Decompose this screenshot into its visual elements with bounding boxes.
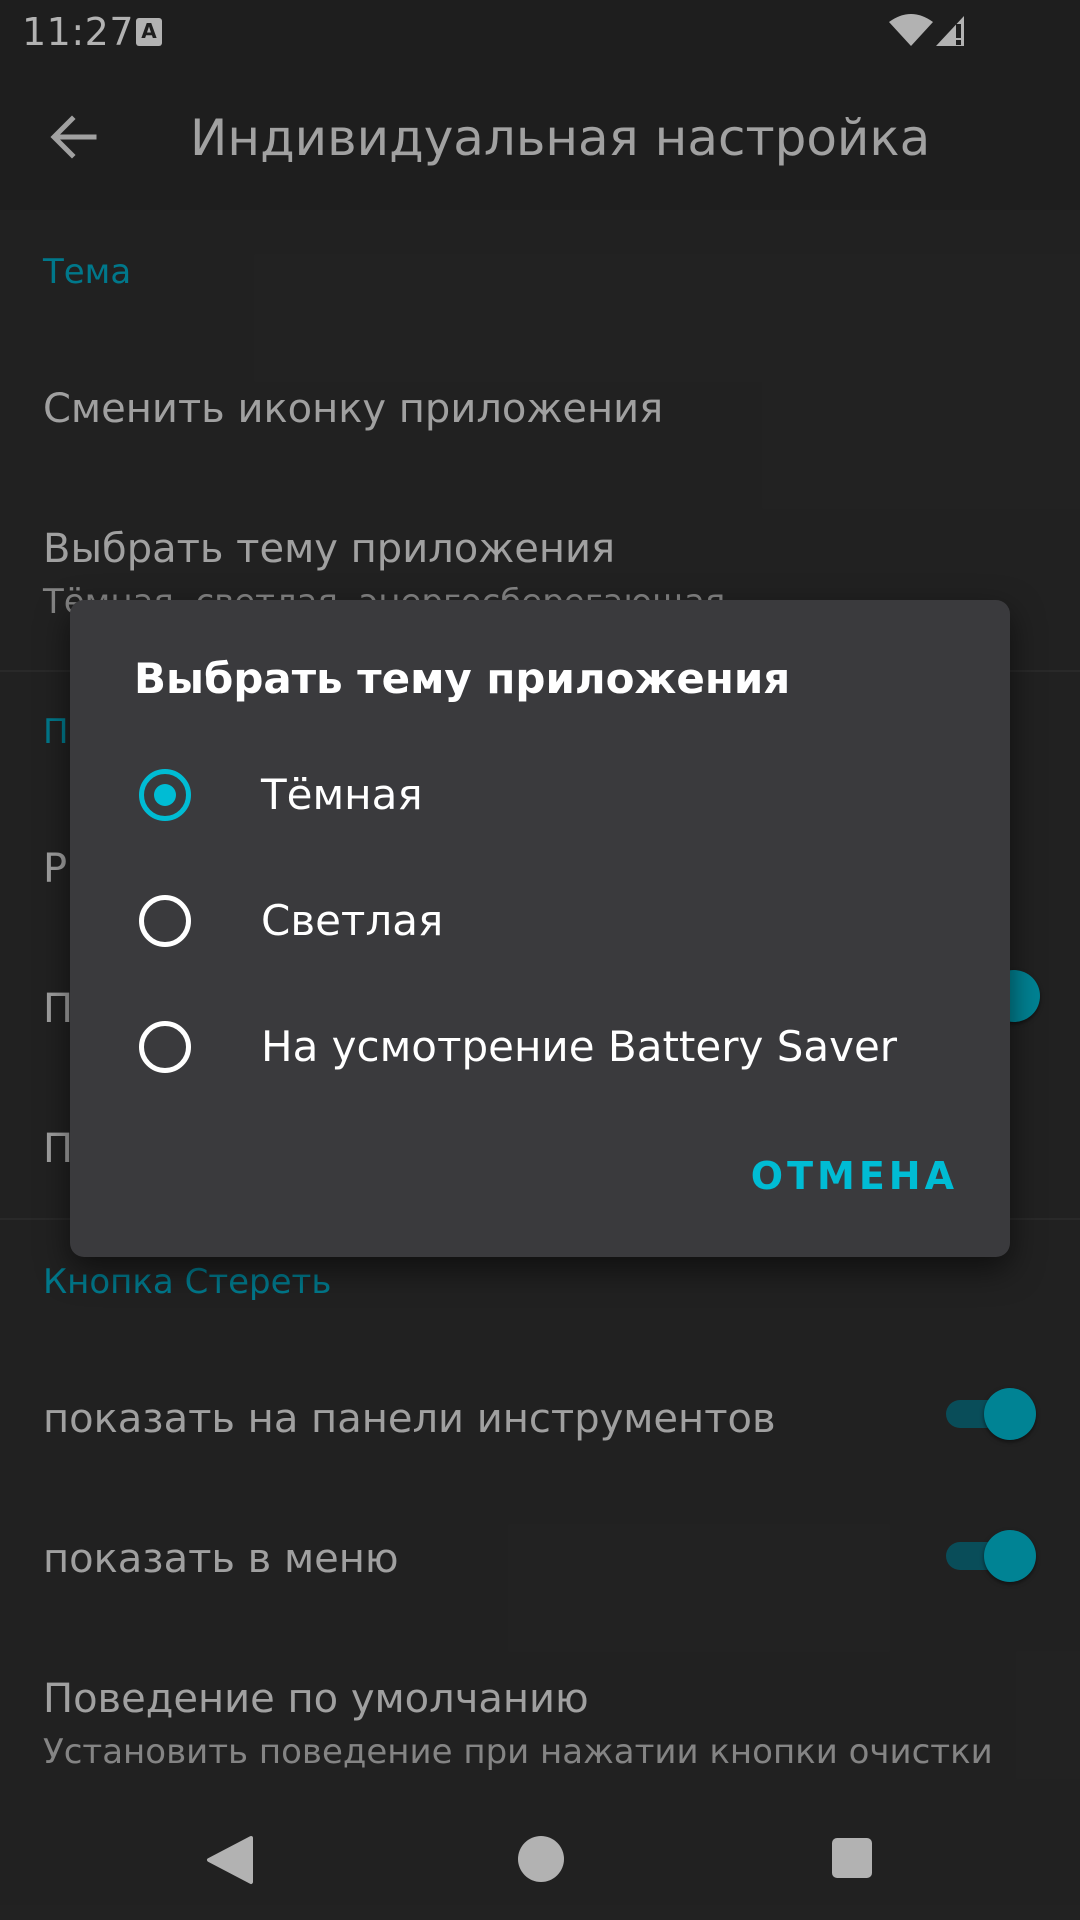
nav-recents-icon[interactable] (832, 1838, 872, 1878)
dialog-title: Выбрать тему приложения (134, 654, 791, 703)
option-label: На усмотрение Battery Saver (261, 1022, 898, 1071)
option-battery-saver[interactable]: На усмотрение Battery Saver (70, 986, 1010, 1106)
nav-back-icon[interactable] (205, 1834, 255, 1886)
radio-button[interactable] (139, 1021, 191, 1073)
cancel-button[interactable]: ОТМЕНА (751, 1154, 958, 1198)
radio-button[interactable] (139, 895, 191, 947)
screen: 11:27 A Индивидуальная настройка Тема См… (0, 0, 1080, 1920)
option-light[interactable]: Светлая (70, 860, 1010, 980)
theme-dialog: Выбрать тему приложения Тёмная Светлая Н… (70, 600, 1010, 1257)
option-label: Светлая (261, 896, 444, 945)
option-dark[interactable]: Тёмная (70, 734, 1010, 854)
radio-button-checked[interactable] (139, 769, 191, 821)
navigation-bar (0, 1800, 1080, 1920)
nav-home-icon[interactable] (518, 1836, 564, 1882)
option-label: Тёмная (261, 770, 423, 819)
